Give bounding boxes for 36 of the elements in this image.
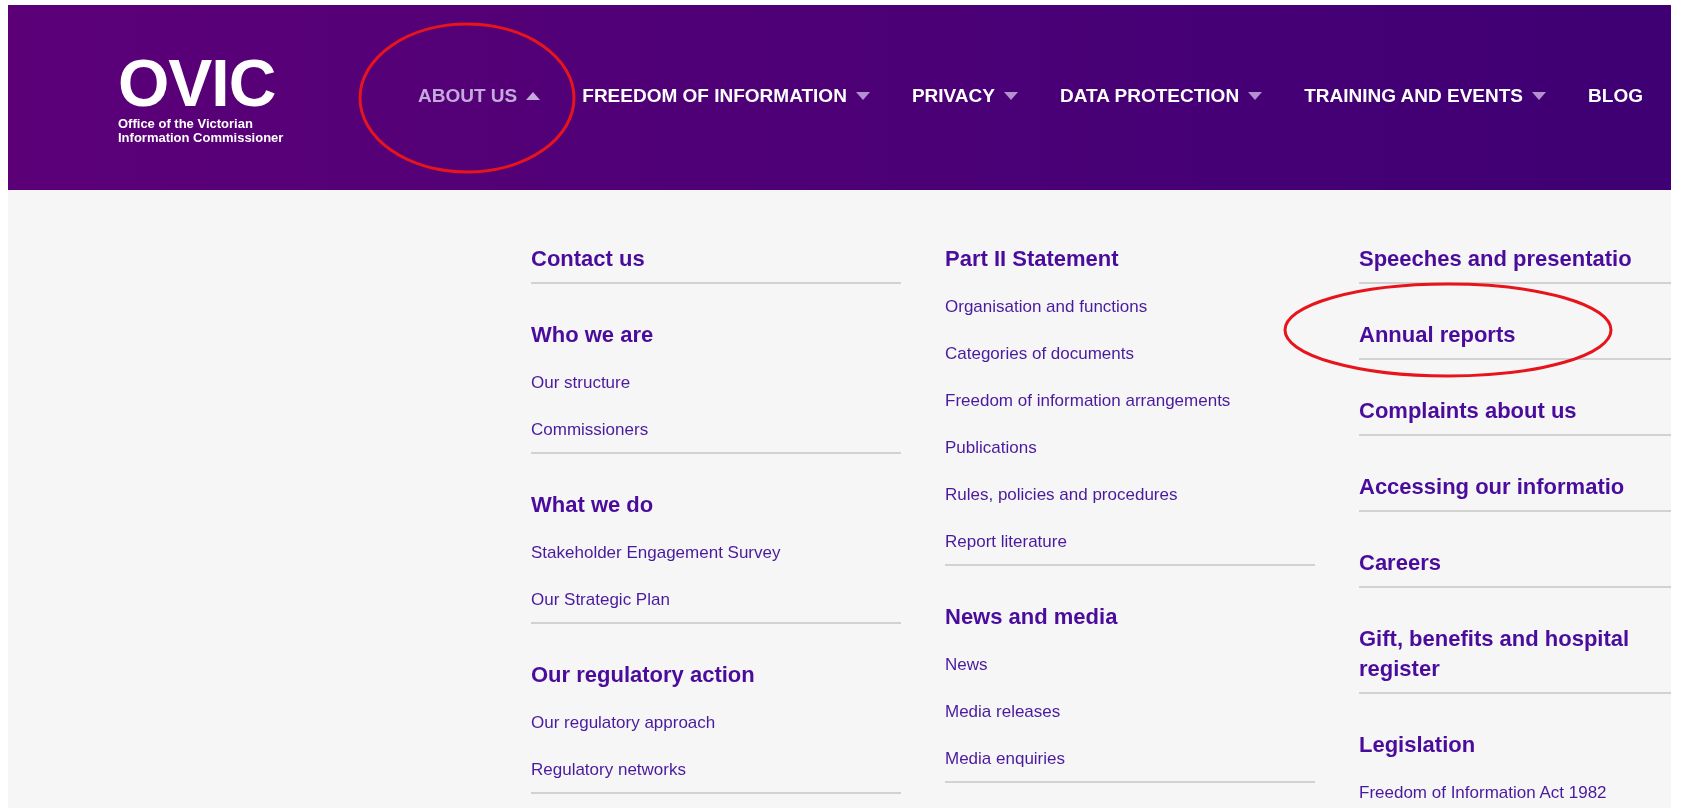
nav-menu-item[interactable]: PRIVACY [911,85,1018,107]
menu-link[interactable]: Our regulatory approach [531,709,716,737]
menu-link[interactable]: Rules, policies and procedures [945,481,1178,509]
nav-menu-item[interactable]: DATA PROTECTION [1060,85,1263,107]
menu-link[interactable]: Freedom of Information Act 1982 [1359,779,1607,807]
menu-heading-link[interactable]: Who we are [531,320,654,350]
menu-link[interactable]: Freedom of information arrangements [945,387,1231,415]
menu-heading-link[interactable]: Contact us [531,244,645,274]
menu-heading-link[interactable]: Our regulatory action [531,660,755,690]
menu-link[interactable]: Organisation and functions [945,293,1148,321]
menu-link[interactable]: Our Strategic Plan [531,586,670,614]
nav-menu-item[interactable]: BLOG [1588,85,1643,107]
menu-link[interactable]: News [945,651,988,679]
nav-menu-item[interactable]: FREEDOM OF INFORMATION [582,85,870,107]
menu-link[interactable]: Commissioners [531,416,649,444]
menu-heading-link[interactable]: Legislation [1359,730,1476,760]
nav-menu-item[interactable]: ABOUT US [418,85,541,107]
menu-link[interactable]: Media releases [945,698,1061,726]
nav-menu-item[interactable]: TRAINING AND EVENTS [1304,85,1547,107]
menu-link[interactable]: Publications [945,434,1037,462]
menu-link[interactable]: Stakeholder Engagement Survey [531,539,781,567]
menu-link[interactable]: Report literature [945,528,1067,556]
menu-link[interactable]: Our structure [531,369,631,397]
menu-link[interactable]: Regulatory networks [531,756,686,784]
menu-heading-link[interactable]: News and media [945,602,1118,632]
menu-heading-link[interactable]: Annual reports [1359,320,1516,350]
menu-link[interactable]: Categories of documents [945,340,1134,368]
menu-heading-link[interactable]: Careers [1359,548,1441,578]
ovic-logo[interactable]: OVIC Office of the Victorian Information Commissioner [118,55,318,145]
menu-heading-link[interactable]: Complaints about us [1359,396,1577,426]
menu-link[interactable]: Media enquiries [945,745,1065,773]
menu-heading-link[interactable]: Accessing our informatio [1359,472,1625,502]
menu-heading-link[interactable]: Speeches and presentatio [1359,244,1632,274]
menu-heading-link[interactable]: What we do [531,490,654,520]
menu-heading-link[interactable]: Gift, benefits and hospital register [1359,624,1630,684]
menu-heading-link[interactable]: Part II Statement [945,244,1119,274]
